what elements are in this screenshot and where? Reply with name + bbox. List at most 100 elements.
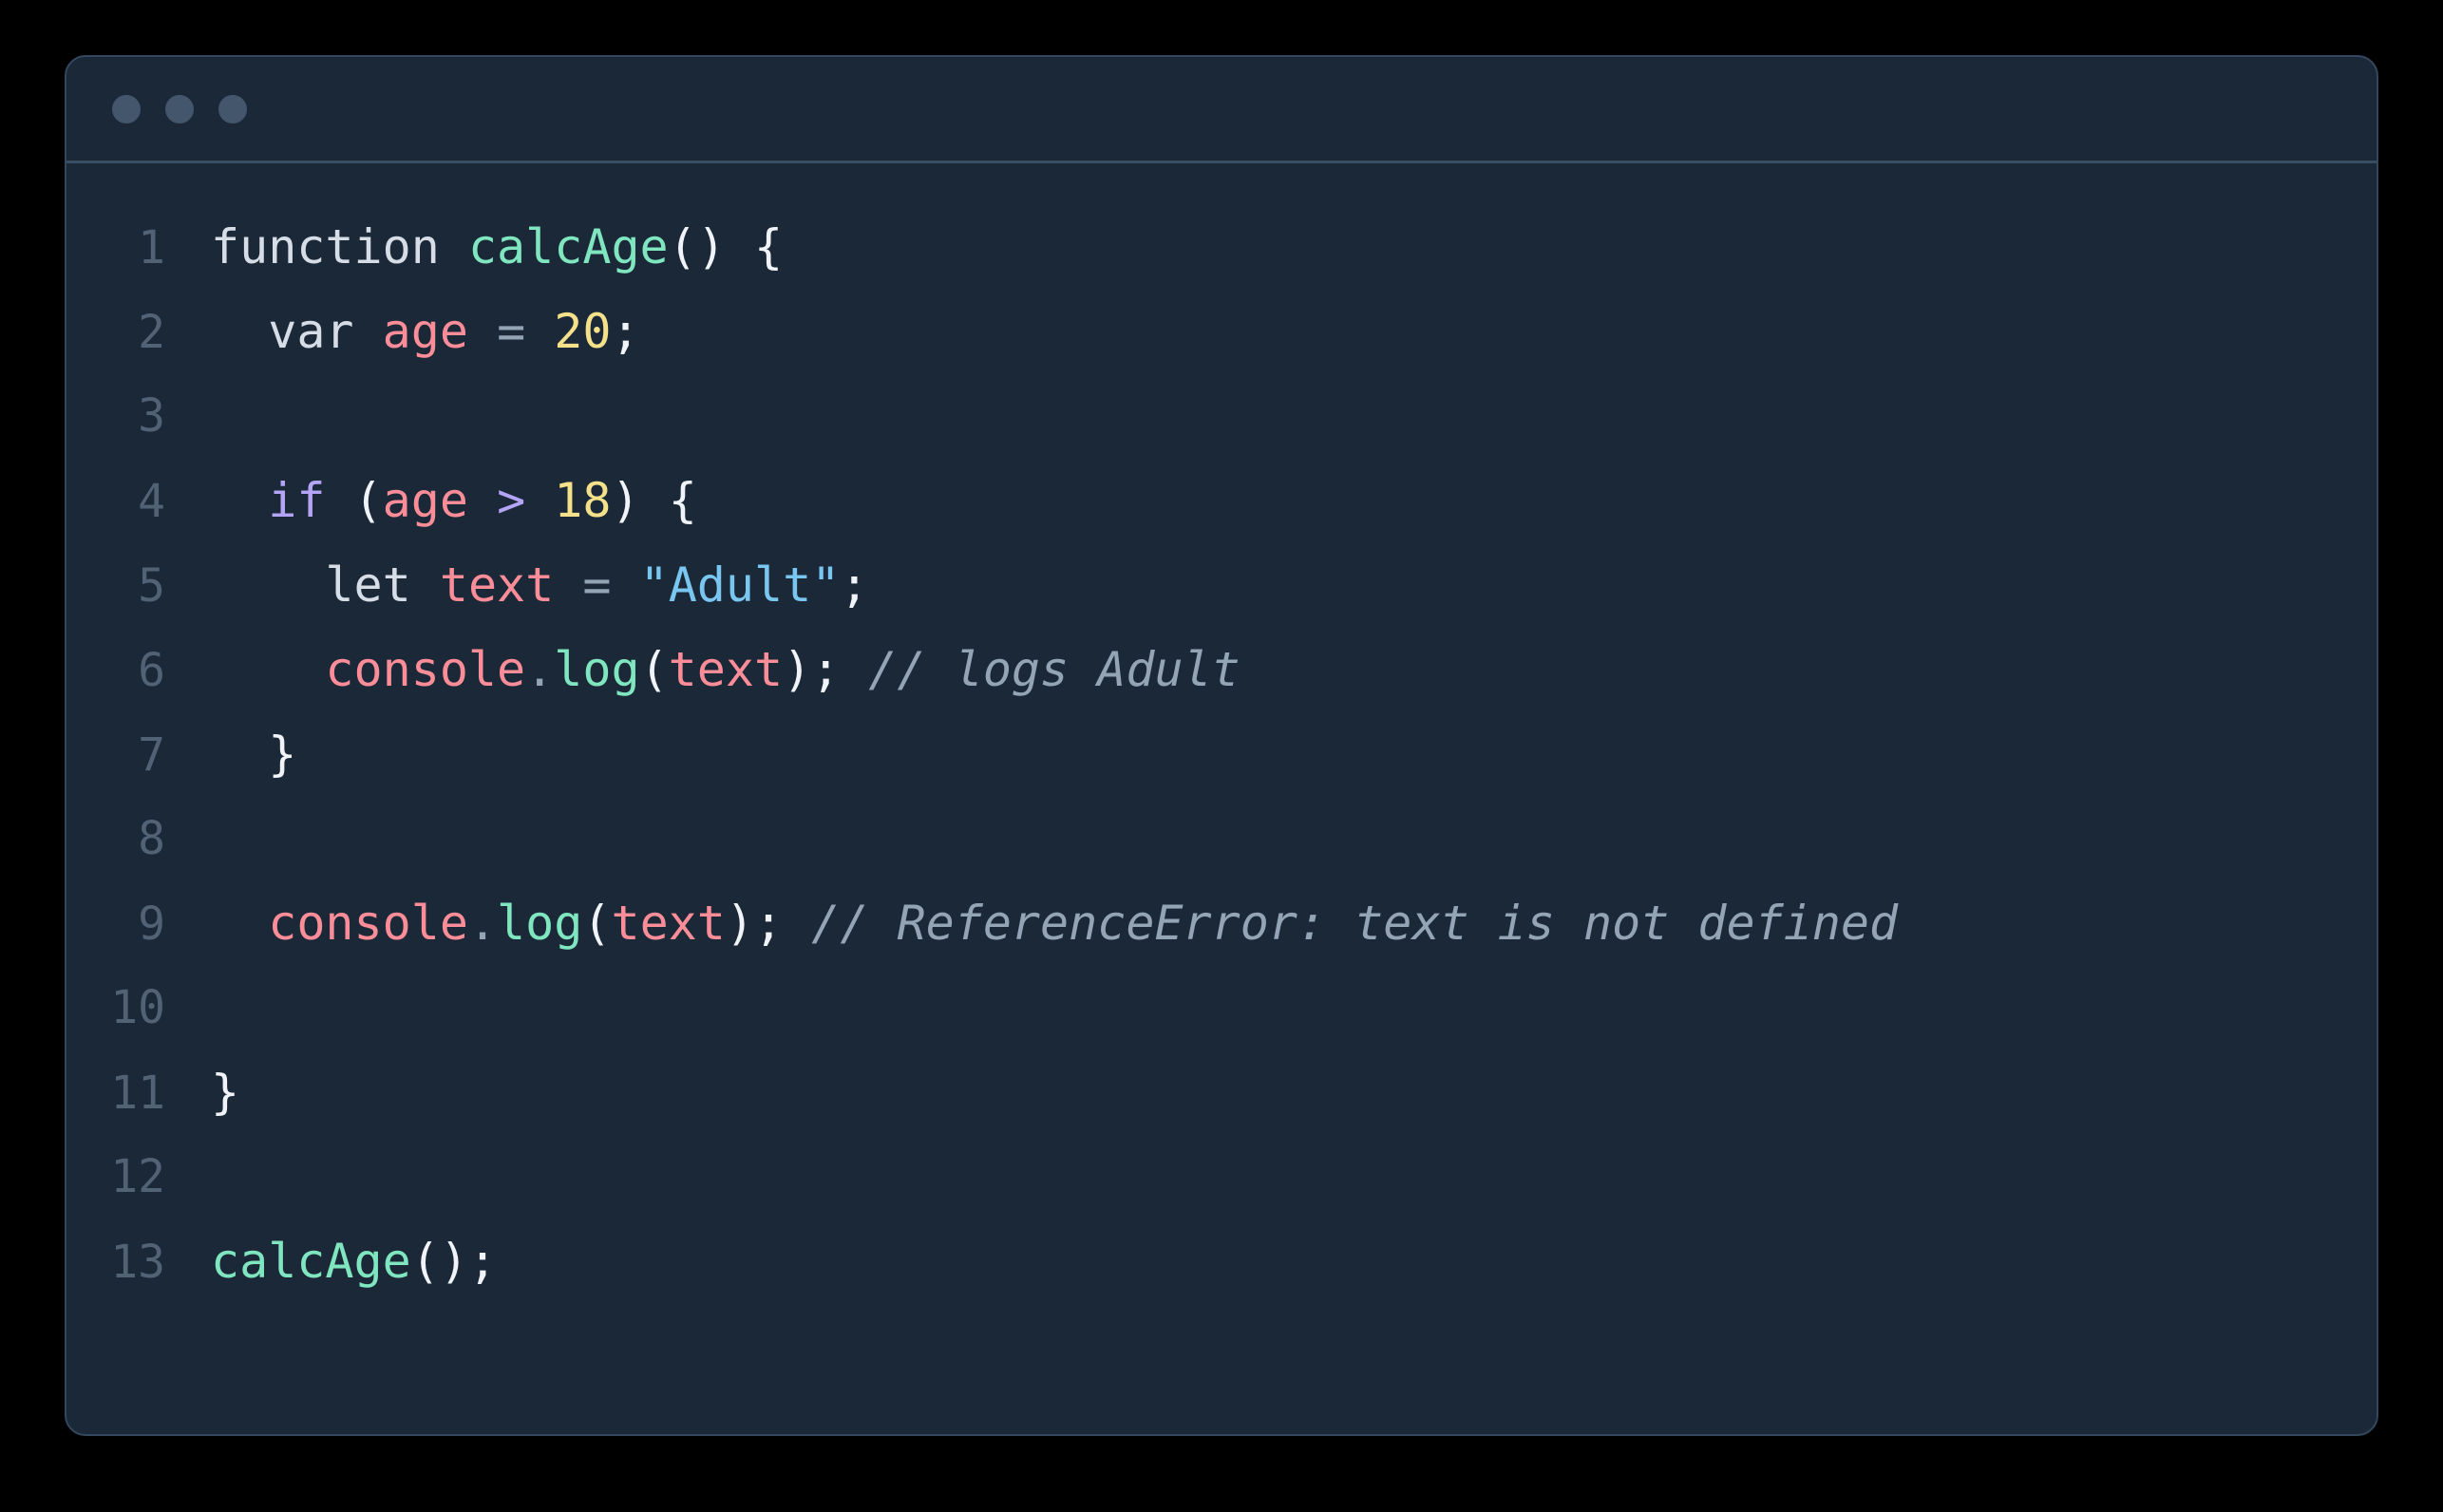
code-line-content: } — [211, 712, 2377, 797]
code-token: ) — [611, 473, 640, 528]
code-line-content: var age = 20; — [211, 290, 2377, 374]
line-number: 11 — [110, 1067, 165, 1120]
code-line[interactable]: 13 calcAge(); — [66, 1219, 2377, 1304]
line-number: 9 — [138, 898, 165, 951]
code-token: > — [497, 473, 526, 528]
code-token: age — [382, 304, 468, 359]
code-token: } — [211, 1065, 240, 1120]
code-line[interactable]: 10 — [66, 966, 2377, 1050]
code-token: console — [325, 642, 526, 697]
code-line[interactable]: 8 — [66, 797, 2377, 881]
code-token: . — [467, 896, 498, 951]
code-window: 1 function calcAge() {2 var age = 20; 3 4 i… — [65, 55, 2378, 1436]
code-token: ; — [754, 896, 784, 951]
code-token: ; — [840, 558, 869, 613]
line-number: 2 — [138, 306, 165, 359]
code-token: { — [668, 473, 697, 528]
code-token: . — [525, 642, 555, 697]
code-token: 20 — [554, 304, 612, 359]
code-token: ( — [353, 473, 383, 528]
line-number: 4 — [138, 475, 165, 528]
code-token: text — [611, 896, 726, 951]
code-token: log — [497, 896, 583, 951]
code-line-content: function calcAge() { — [211, 205, 2377, 290]
code-token: calcAge — [211, 1234, 411, 1289]
code-token: // logs Adult — [868, 642, 1240, 697]
code-line-content: console.log(text); // ReferenceError: te… — [211, 881, 2377, 966]
code-line[interactable]: 11} — [66, 1050, 2377, 1135]
code-line[interactable]: 9 console.log(text); // ReferenceError: … — [66, 881, 2377, 966]
code-line[interactable]: 12 — [66, 1135, 2377, 1219]
code-token: { — [753, 219, 784, 274]
code-token: () — [410, 1234, 468, 1289]
code-line[interactable]: 7 } — [66, 712, 2377, 797]
line-number: 3 — [138, 389, 165, 443]
minimize-dot-icon[interactable] — [165, 94, 194, 123]
code-token: ) — [783, 642, 812, 697]
line-number: 6 — [138, 644, 165, 697]
code-token: calcAge — [467, 219, 669, 274]
maximize-dot-icon[interactable] — [218, 94, 247, 123]
code-token: console — [268, 896, 468, 951]
code-token: 18 — [554, 473, 612, 528]
line-number: 10 — [110, 981, 165, 1034]
code-token: = — [497, 304, 526, 359]
close-dot-icon[interactable] — [112, 94, 141, 123]
code-token: ( — [582, 896, 612, 951]
code-line[interactable]: 3 — [66, 374, 2377, 459]
code-token: let — [325, 558, 411, 613]
code-token: age — [382, 473, 468, 528]
code-token: if — [268, 473, 326, 528]
code-editor-body[interactable]: 1 function calcAge() {2 var age = 20; 3 4 i… — [66, 163, 2377, 1434]
code-token: ) — [725, 896, 754, 951]
window-titlebar — [66, 57, 2377, 163]
code-line[interactable]: 5 let text = "Adult"; — [66, 543, 2377, 628]
code-token: } — [268, 727, 297, 782]
code-token: () — [668, 219, 726, 274]
code-token: var — [268, 304, 354, 359]
code-token: ; — [467, 1234, 498, 1289]
code-token: ; — [611, 304, 640, 359]
code-line[interactable]: 4 if (age > 18) { — [66, 459, 2377, 543]
line-number: 13 — [110, 1236, 165, 1289]
line-number: 5 — [138, 559, 165, 613]
line-number: 1 — [138, 221, 165, 274]
code-token: text — [668, 642, 784, 697]
code-line[interactable]: 1 function calcAge() { — [66, 205, 2377, 290]
code-line-content: let text = "Adult"; — [211, 543, 2377, 628]
page-background: 1 function calcAge() {2 var age = 20; 3 4 i… — [0, 0, 2443, 1512]
code-token: function — [211, 219, 440, 274]
code-token: = — [582, 558, 612, 613]
code-token: // ReferenceError: text is not defined — [811, 896, 1899, 951]
line-number: 12 — [110, 1150, 165, 1203]
window-controls — [112, 94, 247, 123]
code-token: "Adult" — [639, 558, 841, 613]
code-line[interactable]: 6 console.log(text); // logs Adult — [66, 628, 2377, 712]
code-token: text — [439, 558, 555, 613]
code-token: ; — [811, 642, 841, 697]
code-line[interactable]: 2 var age = 20; — [66, 290, 2377, 374]
code-line-content: } — [211, 1050, 2377, 1135]
code-token: ( — [639, 642, 669, 697]
code-line-content: calcAge(); — [211, 1219, 2377, 1304]
line-number: 7 — [138, 728, 165, 782]
